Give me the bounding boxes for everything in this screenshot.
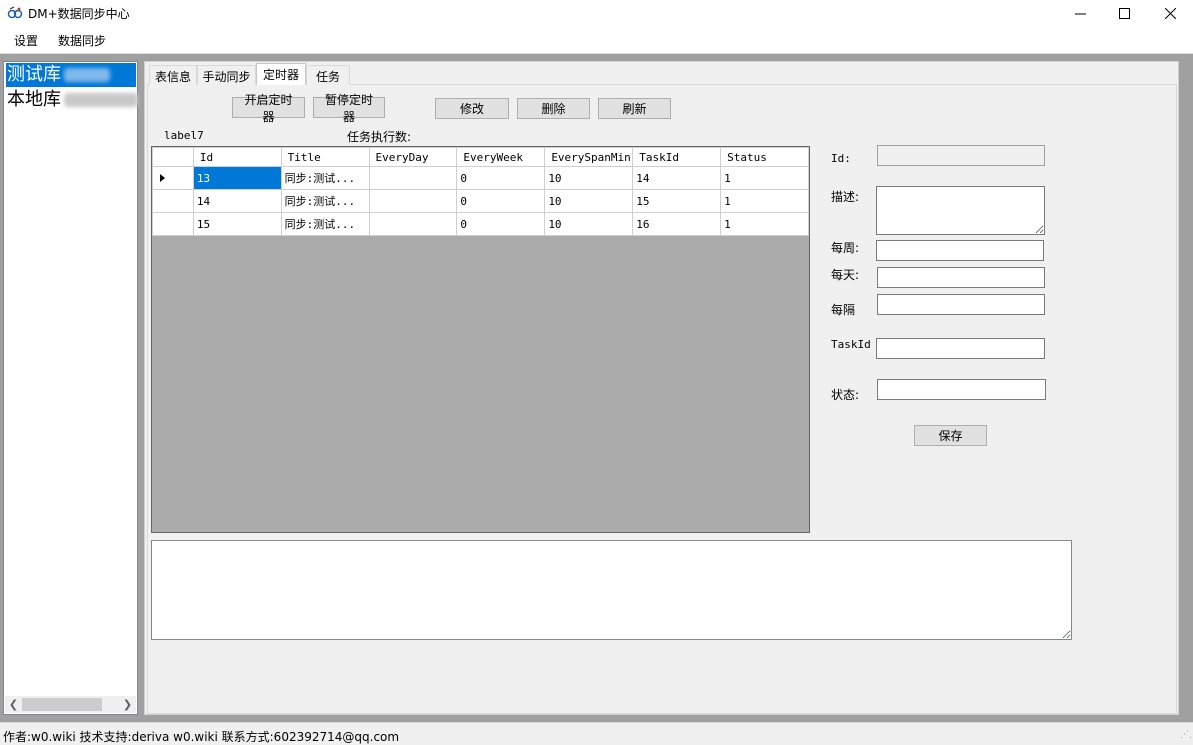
cell-status[interactable]: 1: [720, 212, 809, 236]
cell-status[interactable]: 1: [720, 189, 809, 213]
every-interval-field[interactable]: [877, 294, 1045, 315]
cell-taskid[interactable]: 16: [632, 212, 722, 236]
edit-button[interactable]: 修改: [435, 98, 509, 119]
close-button[interactable]: [1147, 0, 1193, 27]
column-header-id[interactable]: Id: [192, 147, 282, 167]
timer-data-grid[interactable]: Id Title EveryDay EveryWeek EverySpanMin…: [151, 146, 810, 533]
cell-everyday[interactable]: [368, 189, 458, 213]
refresh-button[interactable]: 刷新: [598, 98, 671, 119]
tab-manual-sync[interactable]: 手动同步: [197, 65, 256, 85]
description-field[interactable]: [876, 186, 1045, 235]
grid-table: Id Title EveryDay EveryWeek EverySpanMin…: [152, 147, 809, 236]
taskid-field[interactable]: [876, 338, 1045, 359]
tree-item-label: 本地库: [7, 89, 61, 110]
tree-item-test-db[interactable]: 测试库: [6, 63, 136, 87]
cell-taskid[interactable]: 14: [632, 166, 722, 190]
close-icon: [1164, 8, 1176, 19]
every-day-field[interactable]: [877, 267, 1045, 288]
maximize-icon: [1118, 8, 1130, 19]
start-timer-button[interactable]: 开启定时器: [232, 93, 305, 124]
column-header-everyweek[interactable]: EveryWeek: [456, 147, 546, 167]
table-row[interactable]: 13 同步:测试... 0 10 14 1: [152, 166, 809, 190]
column-header-title[interactable]: Title: [280, 147, 370, 167]
row-header[interactable]: [152, 212, 194, 236]
resize-grip-icon[interactable]: ⋰⋰: [1180, 731, 1193, 743]
tab-timer[interactable]: 定时器: [256, 63, 306, 85]
table-row[interactable]: 15 同步:测试... 0 10 16 1: [152, 212, 809, 236]
cell-id[interactable]: 15: [192, 212, 282, 236]
minimize-icon: [1074, 13, 1086, 15]
column-header-taskid[interactable]: TaskId: [632, 147, 722, 167]
description-label: 描述:: [831, 190, 860, 204]
grid-corner-header[interactable]: [152, 147, 194, 167]
scroll-left-icon[interactable]: ❮: [5, 696, 22, 713]
cell-title[interactable]: 同步:测试...: [280, 212, 370, 236]
tree-horizontal-scrollbar[interactable]: ❮ ❯: [5, 696, 136, 713]
cell-everyweek[interactable]: 0: [456, 212, 546, 236]
cell-title[interactable]: 同步:测试...: [280, 166, 370, 190]
task-count-label: 任务执行数:: [347, 130, 412, 144]
pause-timer-button[interactable]: 暂停定时器: [313, 93, 385, 124]
save-button[interactable]: 保存: [914, 425, 987, 446]
every-week-field[interactable]: [876, 240, 1044, 261]
cell-everyspanmin[interactable]: 10: [544, 212, 634, 236]
cell-status[interactable]: 1: [720, 166, 809, 190]
database-tree[interactable]: 测试库 本地库 ❮ ❯: [3, 61, 138, 715]
cell-everyday[interactable]: [368, 166, 458, 190]
cell-id[interactable]: 14: [192, 189, 282, 213]
scroll-right-icon[interactable]: ❯: [119, 696, 136, 713]
delete-button[interactable]: 删除: [517, 98, 590, 119]
grid-header-row: Id Title EveryDay EveryWeek EverySpanMin…: [152, 147, 809, 167]
log-output[interactable]: [151, 540, 1072, 640]
taskid-label: TaskId: [831, 338, 871, 351]
every-day-label: 每天:: [831, 268, 860, 282]
current-row-icon: [160, 173, 165, 182]
id-field[interactable]: [877, 145, 1045, 166]
cell-everyspanmin[interactable]: 10: [544, 166, 634, 190]
status-text: 作者:w0.wiki 技术支持:deriva w0.wiki 联系方式:6023…: [3, 730, 400, 744]
tab-table-info[interactable]: 表信息: [149, 65, 197, 85]
redacted-text: [64, 68, 110, 82]
cell-id[interactable]: 13: [192, 166, 282, 190]
cell-title[interactable]: 同步:测试...: [280, 189, 370, 213]
column-header-everyspanmin[interactable]: EverySpanMin: [544, 147, 634, 167]
every-interval-label: 每隔: [831, 303, 856, 317]
scrollbar-thumb[interactable]: [22, 698, 102, 711]
label7: label7: [164, 129, 204, 142]
menu-bar: 设置 数据同步: [0, 27, 1193, 54]
cell-everyday[interactable]: [368, 212, 458, 236]
window-title: DM+数据同步中心: [28, 7, 130, 21]
column-header-status[interactable]: Status: [720, 147, 809, 167]
row-header[interactable]: [152, 166, 194, 190]
cell-everyweek[interactable]: 0: [456, 166, 546, 190]
title-bar: DM+数据同步中心: [0, 0, 1193, 27]
status-label: 状态:: [831, 388, 860, 402]
menu-item-settings[interactable]: 设置: [14, 32, 38, 49]
tab-tasks[interactable]: 任务: [306, 65, 350, 85]
row-header[interactable]: [152, 189, 194, 213]
every-week-label: 每周:: [831, 241, 860, 255]
column-header-everyday[interactable]: EveryDay: [368, 147, 458, 167]
cell-everyweek[interactable]: 0: [456, 189, 546, 213]
table-row[interactable]: 14 同步:测试... 0 10 15 1: [152, 189, 809, 213]
status-field[interactable]: [877, 379, 1046, 400]
status-bar: 作者:w0.wiki 技术支持:deriva w0.wiki 联系方式:6023…: [0, 722, 1193, 745]
app-icon: [7, 6, 23, 19]
tree-item-local-db[interactable]: 本地库: [6, 88, 138, 112]
tree-item-label: 测试库: [7, 64, 61, 85]
menu-item-data-sync[interactable]: 数据同步: [58, 32, 106, 49]
minimize-button[interactable]: [1057, 0, 1103, 27]
id-label: Id:: [831, 152, 851, 165]
cell-taskid[interactable]: 15: [632, 189, 722, 213]
maximize-button[interactable]: [1101, 0, 1147, 27]
redacted-text: [64, 93, 138, 107]
cell-everyspanmin[interactable]: 10: [544, 189, 634, 213]
